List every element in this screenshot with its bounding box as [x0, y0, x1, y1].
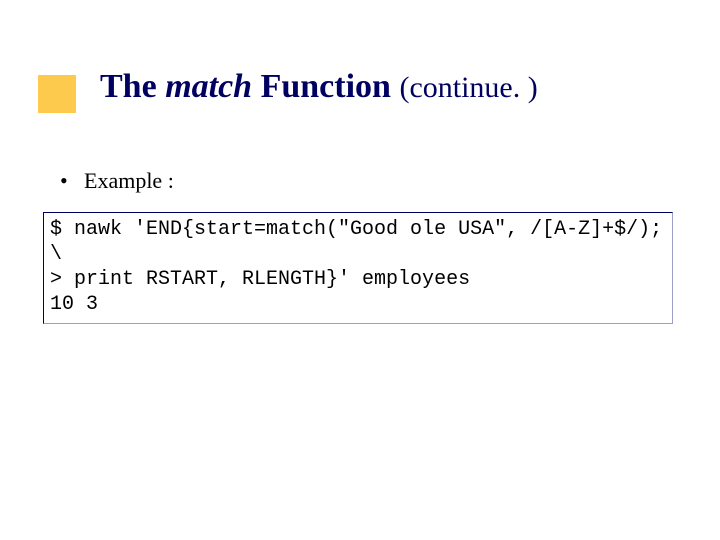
slide-title: The match Function (continue. )	[100, 68, 538, 106]
code-line-1: $ nawk 'END{start=match("Good ole USA", …	[50, 218, 674, 266]
title-continue: (continue. )	[399, 71, 537, 104]
bullet-dot-icon: •	[60, 168, 84, 194]
code-block: $ nawk 'END{start=match("Good ole USA", …	[43, 212, 673, 324]
accent-square	[38, 75, 76, 113]
code-line-3: 10 3	[50, 293, 98, 316]
title-post: Function	[252, 68, 399, 105]
slide: The match Function (continue. ) •Example…	[0, 0, 720, 540]
bullet-label: Example :	[84, 168, 174, 193]
code-line-2: > print RSTART, RLENGTH}' employees	[50, 268, 470, 291]
title-emph: match	[165, 68, 252, 105]
example-bullet: •Example :	[60, 168, 174, 194]
title-pre: The	[100, 68, 165, 105]
